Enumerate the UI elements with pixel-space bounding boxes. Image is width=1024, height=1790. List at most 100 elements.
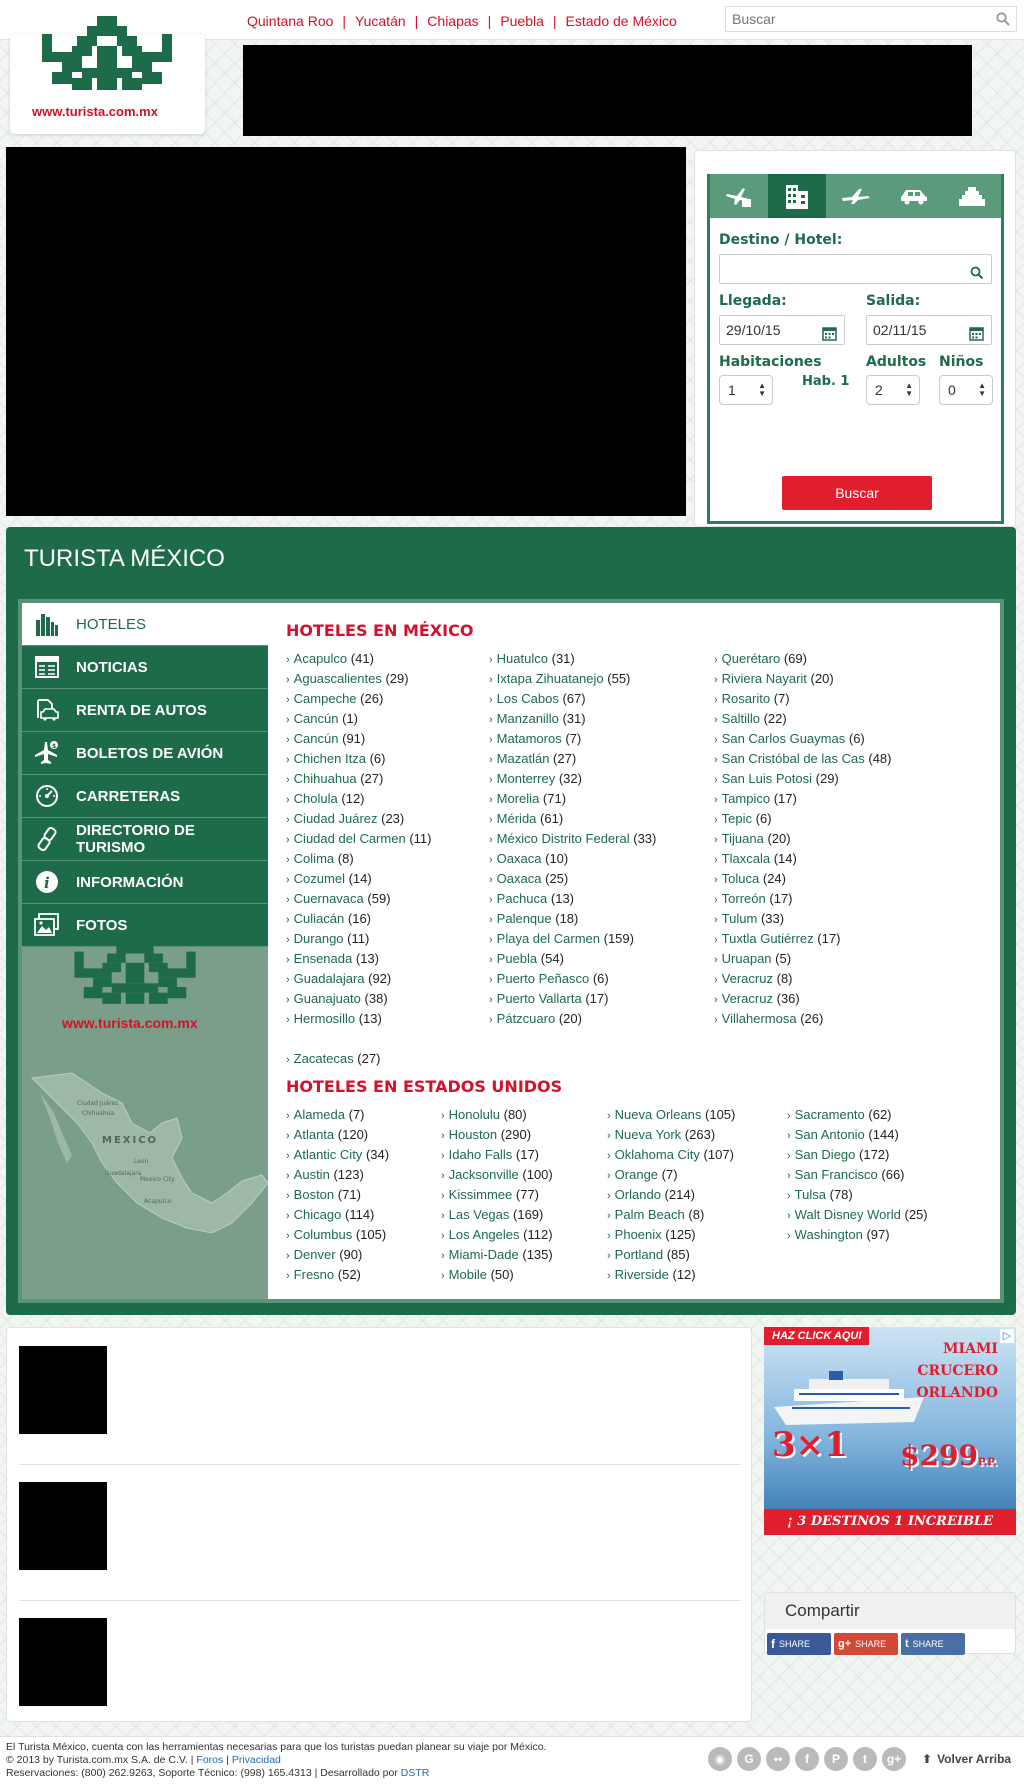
hotel-link[interactable]: › Jacksonville (100): [441, 1165, 553, 1185]
facebook-share-button[interactable]: f SHARE: [767, 1633, 831, 1655]
tab-flight-hotel[interactable]: [710, 174, 769, 218]
facebook-icon[interactable]: f: [795, 1747, 819, 1771]
hotel-link[interactable]: › Durango (11): [286, 929, 431, 949]
hotel-link[interactable]: › Los Cabos (67): [489, 689, 656, 709]
volver-arriba-link[interactable]: ⬆ Volver Arriba: [922, 1752, 1011, 1766]
site-search-input[interactable]: [726, 7, 986, 31]
ninos-select[interactable]: 0 ▲ ▼: [939, 375, 993, 405]
hotel-link[interactable]: › Mérida (61): [489, 809, 656, 829]
hotel-link[interactable]: › Guadalajara (92): [286, 969, 431, 989]
hotel-link[interactable]: › Oaxaca (25): [489, 869, 656, 889]
hotel-link[interactable]: › Denver (90): [286, 1245, 389, 1265]
hotel-link[interactable]: › Culiacán (16): [286, 909, 431, 929]
rss-icon[interactable]: ◉: [708, 1747, 732, 1771]
hotel-link[interactable]: › Cozumel (14): [286, 869, 431, 889]
hotel-link[interactable]: › Oklahoma City (107): [607, 1145, 735, 1165]
hotel-link[interactable]: › Tuxtla Gutiérrez (17): [714, 929, 892, 949]
twitter-icon[interactable]: t: [853, 1747, 877, 1771]
hotel-link[interactable]: › Tlaxcala (14): [714, 849, 892, 869]
article-thumbnail[interactable]: [19, 1346, 107, 1434]
hotel-link[interactable]: › Houston (290): [441, 1125, 553, 1145]
hotel-link[interactable]: › Phoenix (125): [607, 1225, 735, 1245]
hotel-link[interactable]: › San Carlos Guaymas (6): [714, 729, 892, 749]
hotel-link[interactable]: › Rosarito (7): [714, 689, 892, 709]
hotel-link[interactable]: › Tulum (33): [714, 909, 892, 929]
hotel-link[interactable]: › San Francisco (66): [787, 1165, 928, 1185]
hotel-link[interactable]: › Morelia (71): [489, 789, 656, 809]
hotel-link[interactable]: › Ensenada (13): [286, 949, 431, 969]
hotel-link[interactable]: › Tampico (17): [714, 789, 892, 809]
hotel-link[interactable]: › Saltillo (22): [714, 709, 892, 729]
hotel-link[interactable]: › San Antonio (144): [787, 1125, 928, 1145]
article-thumbnail[interactable]: [19, 1482, 107, 1570]
hotel-link[interactable]: › Toluca (24): [714, 869, 892, 889]
hotel-link[interactable]: › Palm Beach (8): [607, 1205, 735, 1225]
hotel-link[interactable]: › Tepic (6): [714, 809, 892, 829]
calendar-icon[interactable]: [822, 322, 837, 350]
hotel-link[interactable]: › Acapulco (41): [286, 649, 431, 669]
sidebar-item-hoteles[interactable]: HOTELES: [22, 603, 268, 646]
habitaciones-select[interactable]: 1 ▲ ▼: [719, 375, 773, 405]
hotel-link[interactable]: › Nueva Orleans (105): [607, 1105, 735, 1125]
hotel-link[interactable]: › Kissimmee (77): [441, 1185, 553, 1205]
hotel-link[interactable]: › Hermosillo (13): [286, 1009, 431, 1029]
google-icon[interactable]: G: [737, 1747, 761, 1771]
nav-yucatan[interactable]: Yucatán: [355, 13, 406, 29]
hotel-link[interactable]: › Manzanillo (31): [489, 709, 656, 729]
article-thumbnail[interactable]: [19, 1618, 107, 1706]
sidebar-item-renta-de-autos[interactable]: RENTA DE AUTOS: [22, 689, 268, 732]
hotel-link[interactable]: › Nueva York (263): [607, 1125, 735, 1145]
hotel-link[interactable]: › Oaxaca (10): [489, 849, 656, 869]
hotel-link[interactable]: › Puebla (54): [489, 949, 656, 969]
hotel-link[interactable]: › Honolulu (80): [441, 1105, 553, 1125]
hotel-link[interactable]: › Miami-Dade (135): [441, 1245, 553, 1265]
site-logo[interactable]: www.turista.com.mx: [10, 16, 205, 134]
hotel-link[interactable]: › Sacramento (62): [787, 1105, 928, 1125]
hotel-link[interactable]: › Riverside (12): [607, 1265, 735, 1285]
hotel-link[interactable]: › Austin (123): [286, 1165, 389, 1185]
sidebar-item-informacion[interactable]: i INFORMACIÓN: [22, 861, 268, 904]
hotel-link[interactable]: › Orange (7): [607, 1165, 735, 1185]
hotel-link[interactable]: › Chicago (114): [286, 1205, 389, 1225]
sidebar-item-noticias[interactable]: NOTICIAS: [22, 646, 268, 689]
ad-choices-icon[interactable]: ▷: [1000, 1329, 1014, 1343]
hotel-link[interactable]: › Tulsa (78): [787, 1185, 928, 1205]
hotel-link[interactable]: › Zacatecas (27): [286, 1049, 380, 1069]
hotel-link[interactable]: › Fresno (52): [286, 1265, 389, 1285]
hotel-link[interactable]: › Boston (71): [286, 1185, 389, 1205]
hotel-link[interactable]: › Cancún (1): [286, 709, 431, 729]
hotel-link[interactable]: › Ciudad del Carmen (11): [286, 829, 431, 849]
sidebar-item-carreteras[interactable]: CARRETERAS: [22, 775, 268, 818]
nav-chiapas[interactable]: Chiapas: [427, 13, 478, 29]
tab-hotel[interactable]: [768, 174, 827, 218]
footer-foros-link[interactable]: Foros: [196, 1754, 223, 1766]
hotel-link[interactable]: › Chichen Itza (6): [286, 749, 431, 769]
hotel-link[interactable]: › Las Vegas (169): [441, 1205, 553, 1225]
hotel-link[interactable]: › Veracruz (36): [714, 989, 892, 1009]
hotel-link[interactable]: › Torreón (17): [714, 889, 892, 909]
hotel-link[interactable]: › Huatulco (31): [489, 649, 656, 669]
hotel-link[interactable]: › Playa del Carmen (159): [489, 929, 656, 949]
hotel-link[interactable]: › Monterrey (32): [489, 769, 656, 789]
hotel-link[interactable]: › Washington (97): [787, 1225, 928, 1245]
hotel-link[interactable]: › San Diego (172): [787, 1145, 928, 1165]
adultos-select[interactable]: 2 ▲ ▼: [866, 375, 920, 405]
hotel-link[interactable]: › Riviera Nayarit (20): [714, 669, 892, 689]
hotel-link[interactable]: › Palenque (18): [489, 909, 656, 929]
hotel-link[interactable]: › Cholula (12): [286, 789, 431, 809]
llegada-date-input[interactable]: 29/10/15: [719, 315, 845, 345]
hotel-link[interactable]: › Cancún (91): [286, 729, 431, 749]
nav-estado-de-mexico[interactable]: Estado de México: [566, 13, 677, 29]
hotel-link[interactable]: › Puerto Vallarta (17): [489, 989, 656, 1009]
sidebar-item-directorio-de-turismo[interactable]: DIRECTORIO DE TURISMO: [22, 818, 268, 861]
pinterest-icon[interactable]: P: [824, 1747, 848, 1771]
hotel-link[interactable]: › Mazatlán (27): [489, 749, 656, 769]
hotel-link[interactable]: › Chihuahua (27): [286, 769, 431, 789]
hotel-link[interactable]: › Querétaro (69): [714, 649, 892, 669]
hotel-link[interactable]: › Matamoros (7): [489, 729, 656, 749]
hotel-link[interactable]: › Orlando (214): [607, 1185, 735, 1205]
buscar-button[interactable]: Buscar: [782, 476, 932, 510]
destino-input[interactable]: [719, 254, 992, 284]
hotel-link[interactable]: › Guanajuato (38): [286, 989, 431, 1009]
tab-car[interactable]: [884, 174, 943, 218]
